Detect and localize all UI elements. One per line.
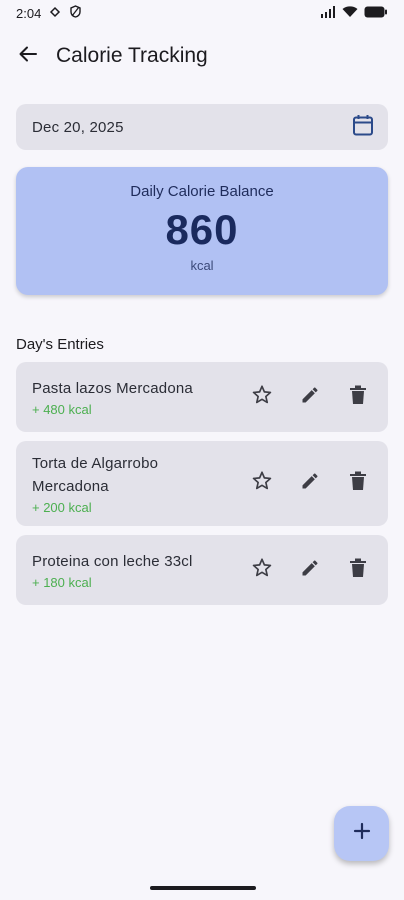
battery-icon [364,6,388,21]
arrow-left-icon [18,44,38,69]
status-bar: 2:04 [0,0,404,26]
entry-item[interactable]: Proteina con leche 33cl + 180 kcal [16,535,388,605]
calendar-icon[interactable] [352,114,374,141]
delete-button[interactable] [336,375,380,419]
entry-name: Proteina con leche 33cl [32,553,193,570]
entry-name-line1: Torta de Algarrobo [32,455,159,472]
entry-item[interactable]: Pasta lazos Mercadona + 480 kcal [16,362,388,432]
shield-icon [69,5,82,21]
star-icon [251,384,273,411]
pencil-icon [300,385,320,410]
back-button[interactable] [8,36,48,76]
entry-kcal: + 180 kcal [32,575,92,590]
star-icon [251,470,273,497]
wifi-icon [342,5,358,21]
status-left: 2:04 [16,5,82,21]
status-right [320,5,388,21]
entry-text: Torta de Algarrobo Mercadona + 200 kcal [16,452,240,515]
edit-button[interactable] [288,375,332,419]
delete-button[interactable] [336,548,380,592]
star-icon [251,557,273,584]
balance-unit: kcal [190,258,214,273]
entry-text: Proteina con leche 33cl + 180 kcal [16,550,240,590]
app-bar: Calorie Tracking [0,34,404,78]
entries-section-title: Day's Entries [16,336,104,353]
add-entry-button[interactable] [334,806,389,861]
entry-kcal: + 200 kcal [32,500,92,515]
edit-button[interactable] [288,462,332,506]
gesture-nav-handle[interactable] [150,886,256,890]
balance-title: Daily Calorie Balance [130,183,274,200]
entry-actions [240,462,388,506]
entry-kcal: + 480 kcal [32,402,92,417]
trash-icon [349,558,367,583]
trash-icon [349,471,367,496]
date-value: Dec 20, 2025 [32,118,124,136]
entry-actions [240,548,388,592]
calorie-balance-card: Daily Calorie Balance 860 kcal [16,167,388,295]
entry-name-line2: Mercadona [32,478,109,495]
entry-text: Pasta lazos Mercadona + 480 kcal [16,377,240,417]
page-title: Calorie Tracking [56,44,208,67]
favorite-button[interactable] [240,375,284,419]
date-field[interactable]: Dec 20, 2025 [16,104,388,150]
trash-icon [349,385,367,410]
status-time: 2:04 [16,5,42,21]
pencil-icon [300,471,320,496]
plus-icon [353,822,371,845]
edit-button[interactable] [288,548,332,592]
favorite-button[interactable] [240,548,284,592]
sync-icon [49,6,61,21]
balance-value: 860 [165,206,239,253]
favorite-button[interactable] [240,462,284,506]
delete-button[interactable] [336,462,380,506]
entry-item[interactable]: Torta de Algarrobo Mercadona + 200 kcal [16,441,388,526]
entry-actions [240,375,388,419]
signal-icon [320,5,336,21]
pencil-icon [300,558,320,583]
entry-name: Pasta lazos Mercadona [32,380,193,397]
